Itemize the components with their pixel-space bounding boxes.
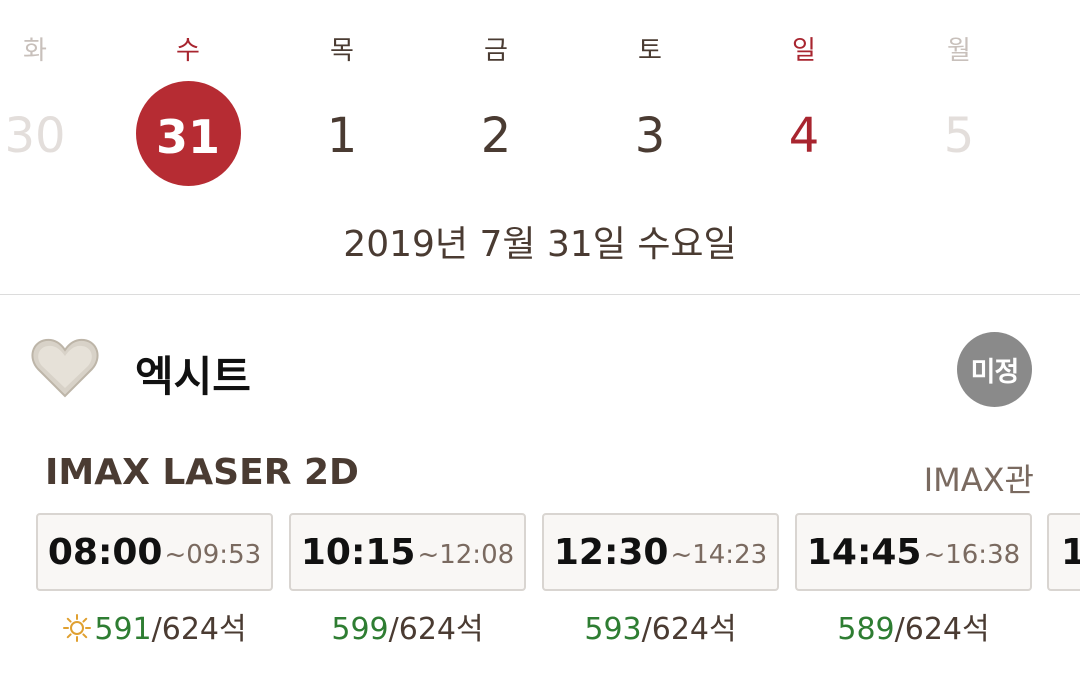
selected-full-date: 2019년 7월 31일 수요일: [343, 224, 737, 265]
movie-title: 엑시트: [135, 352, 251, 401]
seats-total: /624석: [388, 612, 484, 647]
session-start-time: 08:00: [47, 531, 163, 573]
session-start-time: 14:45: [806, 531, 922, 573]
date-5: 5: [943, 108, 975, 164]
session-start-time: 1: [1061, 532, 1080, 573]
session-button-3[interactable]: 12:30 ~14:23: [542, 513, 779, 591]
weekday-tue: 화: [23, 36, 47, 66]
weekday-mon: 월: [947, 36, 971, 66]
seats-available: 599: [331, 612, 389, 647]
divider: [0, 294, 1080, 295]
session-end-time: ~16:38: [923, 540, 1021, 570]
seat-availability-2: 599/624석: [289, 604, 526, 648]
date-4[interactable]: 4: [754, 108, 854, 164]
seat-availability-3: 593/624석: [542, 604, 779, 648]
session-end-time: ~12:08: [417, 540, 515, 570]
seat-availability-4: 589/624석: [795, 604, 1032, 648]
screening-format: IMAX LASER 2D: [45, 452, 359, 493]
date-3[interactable]: 3: [600, 108, 700, 164]
session-start-time: 10:15: [300, 531, 416, 573]
heart-icon[interactable]: [30, 336, 100, 400]
weekday-thu: 목: [330, 36, 354, 66]
session-button-4[interactable]: 14:45 ~16:38: [795, 513, 1032, 591]
date-2[interactable]: 2: [446, 108, 546, 164]
session-end-time: ~09:53: [164, 540, 262, 570]
session-button-5[interactable]: 1: [1047, 513, 1080, 591]
weekday-sat: 토: [638, 36, 662, 66]
seats-available: 589: [837, 612, 895, 647]
session-button-2[interactable]: 10:15 ~12:08: [289, 513, 526, 591]
age-rating-badge: 미정: [957, 332, 1032, 407]
session-end-time: ~14:23: [670, 540, 768, 570]
seats-available: 591: [94, 612, 152, 647]
weekday-sun: 일: [792, 36, 816, 66]
weekday-wed: 수: [176, 36, 200, 66]
seat-availability-1: 591/624석: [36, 604, 273, 648]
sun-icon: [62, 613, 92, 643]
seats-total: /624석: [151, 612, 247, 647]
screening-hall: IMAX관: [923, 461, 1034, 499]
seats-total: /624석: [894, 612, 990, 647]
date-31-selected[interactable]: 31: [138, 110, 238, 164]
seats-total: /624석: [641, 612, 737, 647]
seats-available: 593: [584, 612, 642, 647]
weekday-fri: 금: [484, 36, 508, 66]
date-1[interactable]: 1: [292, 108, 392, 164]
date-30: 30: [4, 108, 66, 164]
session-button-1[interactable]: 08:00 ~09:53: [36, 513, 273, 591]
session-start-time: 12:30: [553, 531, 669, 573]
